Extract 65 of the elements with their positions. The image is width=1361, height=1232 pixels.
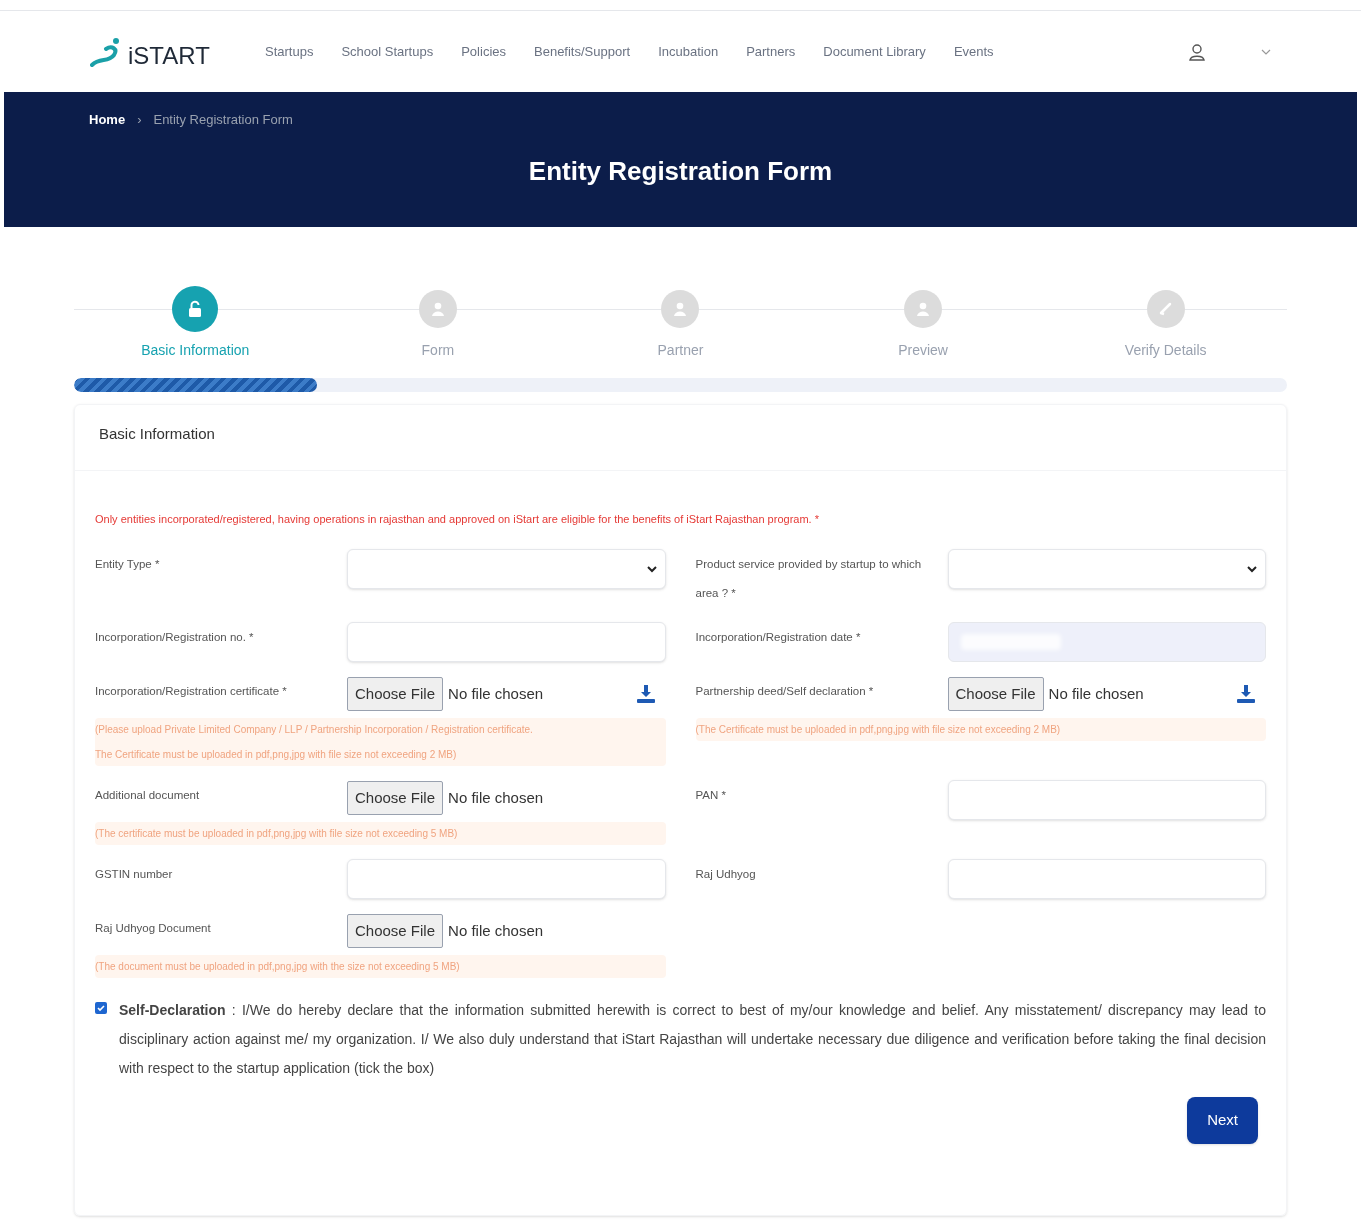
step-icon[interactable] bbox=[172, 286, 219, 332]
choose-file-button[interactable]: Choose File bbox=[347, 676, 444, 712]
step-label[interactable]: Basic Information bbox=[141, 340, 250, 361]
step-label[interactable]: Form bbox=[421, 340, 455, 361]
next-button[interactable]: Next bbox=[1187, 1097, 1258, 1144]
file-requirement-note: The Certificate must be uploaded in pdf,png,jpg with file size not exceeding 2 MB) bbox=[95, 748, 458, 762]
field-label: Raj Udhyog Document bbox=[95, 921, 212, 936]
file-status: No file chosen bbox=[448, 787, 544, 808]
file-requirement-note: (Please upload Private Limited Company / LLP / Partnership Incorporation / Registration certificate. bbox=[95, 723, 534, 737]
step-label[interactable]: Partner bbox=[657, 340, 704, 361]
self-declaration-text: Self-Declaration : I/We do hereby declare that the information submitted herewith is correct to best of my/our knowledge and belief. Any misstatement/ discrepancy may lead to disciplinary action against me/ my organization. I/ We also duly understand that iStart Rajasthan will undertake necessary due diligence and verification before taking the final decision with respect to the startup application (tick the box) bbox=[119, 1001, 1266, 1078]
chevron-down-icon bbox=[646, 565, 657, 573]
file-status: No file chosen bbox=[1048, 683, 1144, 704]
download-icon[interactable] bbox=[1236, 684, 1256, 704]
nav-link[interactable]: Document Library bbox=[823, 41, 926, 62]
declaration-checkbox[interactable] bbox=[95, 1002, 107, 1014]
nav-link[interactable]: Partners bbox=[746, 41, 796, 62]
date-field[interactable] bbox=[947, 622, 1266, 662]
step-icon[interactable] bbox=[1146, 290, 1185, 328]
field-label: Incorporation/Registration date * bbox=[695, 630, 862, 645]
input-field[interactable] bbox=[347, 859, 666, 899]
step-icon[interactable] bbox=[418, 290, 457, 328]
nav-link[interactable]: Events bbox=[953, 41, 994, 62]
field-label: Product service provided by startup to which area ? * bbox=[695, 557, 923, 601]
file-requirement-note: (The Certificate must be uploaded in pdf,png,jpg with file size not exceeding 2 MB) bbox=[695, 723, 1062, 737]
logo-text: iSTART bbox=[128, 40, 210, 71]
field-label: Raj Udhyog bbox=[695, 867, 757, 882]
field-label: Incorporation/Registration certificate * bbox=[95, 684, 288, 699]
dropdown-field[interactable] bbox=[347, 549, 666, 589]
input-field[interactable] bbox=[947, 859, 1266, 899]
input-field[interactable] bbox=[947, 780, 1266, 820]
step-icon[interactable] bbox=[904, 290, 943, 328]
choose-file-button[interactable]: Choose File bbox=[347, 780, 444, 816]
step-icon[interactable] bbox=[661, 290, 700, 328]
dropdown-field[interactable] bbox=[947, 549, 1266, 589]
breadcrumb-separator: › bbox=[137, 111, 142, 129]
chevron-down-icon[interactable] bbox=[1261, 48, 1271, 55]
choose-file-button[interactable]: Choose File bbox=[347, 913, 444, 949]
breadcrumb-link[interactable]: Home bbox=[89, 110, 126, 130]
choose-file-button[interactable]: Choose File bbox=[947, 676, 1044, 712]
file-status: No file chosen bbox=[448, 683, 544, 704]
nav-link[interactable]: Incubation bbox=[658, 41, 719, 62]
field-label: Incorporation/Registration no. * bbox=[95, 630, 255, 645]
field-label: PAN * bbox=[695, 788, 727, 803]
file-status: No file chosen bbox=[448, 920, 544, 941]
download-icon[interactable] bbox=[635, 684, 656, 704]
field-label: Partnership deed/Self declaration * bbox=[695, 684, 875, 699]
input-field[interactable] bbox=[347, 622, 666, 662]
field-label: Additional document bbox=[95, 788, 201, 803]
eligibility-notice: Only entities incorporated/registered, having operations in rajasthan and approved on iStart are eligible for the benefits of iStart Rajasthan program. * bbox=[94, 511, 820, 527]
nav-link[interactable]: Policies bbox=[461, 41, 506, 62]
nav-link[interactable]: Startups bbox=[265, 41, 314, 62]
field-label: GSTIN number bbox=[95, 867, 174, 882]
nav-link[interactable]: School Startups bbox=[341, 41, 434, 62]
field-label: Entity Type * bbox=[95, 557, 161, 572]
user-icon[interactable] bbox=[1188, 42, 1206, 61]
file-requirement-note: (The document must be uploaded in pdf,png,jpg with the size not exceeding 5 MB) bbox=[95, 960, 461, 974]
card-title: Basic Information bbox=[75, 405, 1286, 471]
file-requirement-note: (The certificate must be uploaded in pdf,png,jpg with file size not exceeding 5 MB) bbox=[95, 827, 459, 841]
nav-link[interactable]: Benefits/Support bbox=[534, 41, 631, 62]
breadcrumb-link[interactable]: Entity Registration Form bbox=[153, 110, 293, 130]
step-label[interactable]: Verify Details bbox=[1124, 340, 1207, 361]
step-label[interactable]: Preview bbox=[898, 340, 948, 361]
page-title: Entity Registration Form bbox=[527, 154, 834, 188]
chevron-down-icon bbox=[1247, 565, 1257, 573]
